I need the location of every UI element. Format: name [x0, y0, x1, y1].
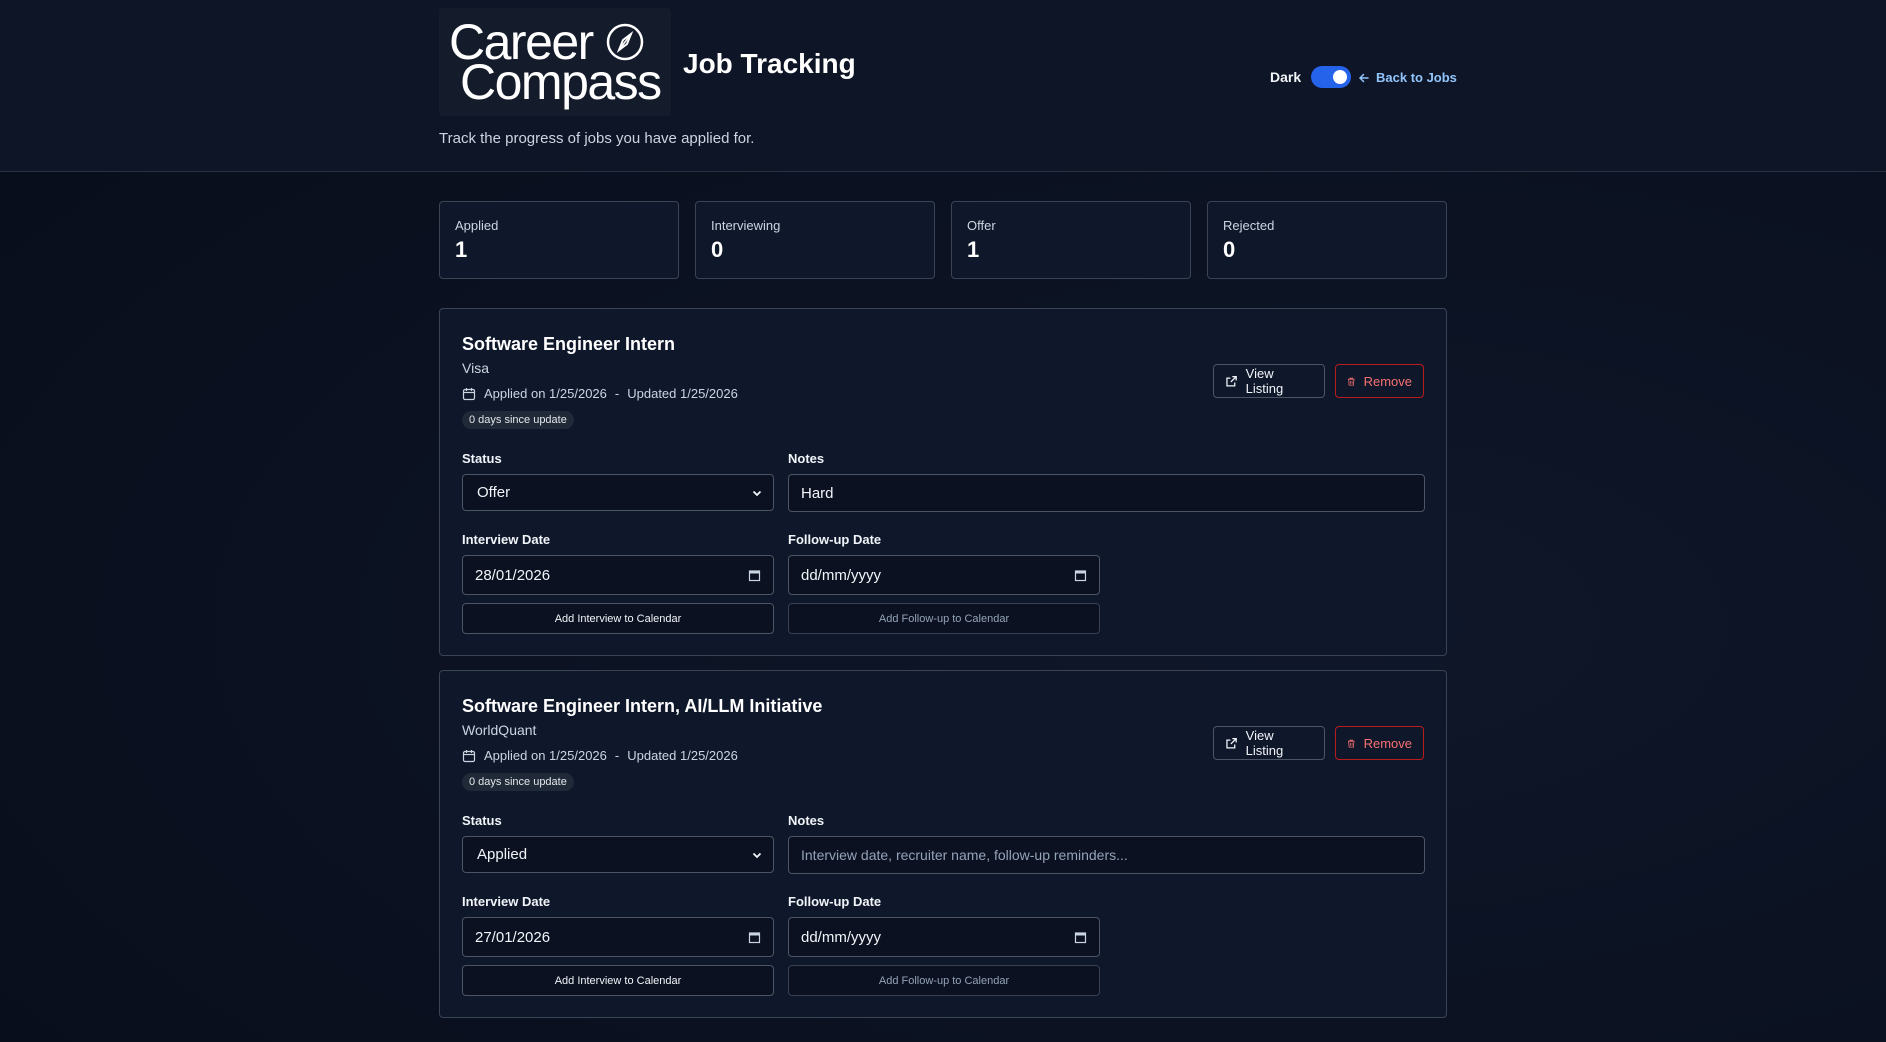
notes-placeholder: Interview date, recruiter name, follow-u…: [801, 847, 1128, 863]
add-followup-to-calendar-button[interactable]: Add Follow-up to Calendar: [788, 965, 1100, 996]
job-company: WorldQuant: [462, 722, 537, 738]
notes-label: Notes: [788, 451, 825, 466]
calendar-icon: [462, 749, 476, 762]
stat-value: 0: [1223, 237, 1236, 262]
applied-date: Applied on 1/25/2026: [484, 386, 607, 401]
add-interview-to-calendar-button[interactable]: Add Interview to Calendar: [462, 965, 774, 996]
interview-date-input[interactable]: 28/01/2026: [462, 555, 774, 595]
status-select[interactable]: Applied: [462, 836, 774, 873]
updated-date: Updated 1/25/2026: [627, 386, 738, 401]
followup-date-label: Follow-up Date: [788, 532, 882, 547]
view-listing-button[interactable]: View Listing: [1213, 364, 1325, 398]
stat-value: 0: [711, 237, 724, 262]
calendar-picker-icon[interactable]: [1074, 569, 1087, 582]
external-link-icon: [1226, 737, 1237, 749]
career-compass-logo[interactable]: Career Compass: [439, 8, 671, 116]
notes-value: Hard: [801, 484, 834, 502]
job-dates: Applied on 1/25/2026 - Updated 1/25/2026: [462, 748, 738, 763]
stat-label: Interviewing: [711, 218, 781, 233]
job-title: Software Engineer Intern: [462, 334, 676, 354]
page-subtitle: Track the progress of jobs you have appl…: [439, 130, 755, 147]
status-label: Status: [462, 451, 502, 466]
interview-date-label: Interview Date: [462, 532, 551, 547]
date-separator: -: [614, 386, 620, 401]
followup-date-input[interactable]: dd/mm/yyyy: [788, 917, 1100, 957]
calendar-picker-icon[interactable]: [748, 931, 761, 944]
remove-label: Remove: [1363, 373, 1412, 389]
remove-label: Remove: [1363, 735, 1412, 751]
external-link-icon: [1226, 375, 1237, 387]
stat-value: 1: [455, 237, 468, 262]
stat-card-offer: Offer 1: [951, 201, 1191, 279]
chevron-down-icon: [752, 852, 762, 858]
status-value: Offer: [477, 484, 511, 501]
interview-date-value: 27/01/2026: [475, 928, 551, 946]
arrow-left-icon: [1358, 73, 1369, 82]
remove-button[interactable]: Remove: [1335, 364, 1424, 398]
trash-icon: [1347, 377, 1355, 386]
back-to-jobs-link[interactable]: Back to Jobs: [1358, 70, 1457, 85]
stat-label: Rejected: [1223, 218, 1275, 233]
stat-card-applied: Applied 1: [439, 201, 679, 279]
theme-label: Dark: [1270, 69, 1302, 85]
status-label: Status: [462, 813, 502, 828]
notes-input[interactable]: Hard: [788, 474, 1425, 512]
date-separator: -: [614, 748, 620, 763]
view-listing-label: View Listing: [1245, 728, 1284, 758]
days-since-update-badge: 0 days since update: [462, 411, 574, 429]
applied-date: Applied on 1/25/2026: [484, 748, 607, 763]
job-dates: Applied on 1/25/2026 - Updated 1/25/2026: [462, 386, 738, 401]
add-followup-to-calendar-button[interactable]: Add Follow-up to Calendar: [788, 603, 1100, 634]
status-select[interactable]: Offer: [462, 474, 774, 511]
remove-button[interactable]: Remove: [1335, 726, 1424, 760]
page-header: Career Compass Job Tracking Track the pr…: [0, 0, 1886, 172]
back-link-label: Back to Jobs: [1376, 70, 1457, 85]
add-interview-to-calendar-button[interactable]: Add Interview to Calendar: [462, 603, 774, 634]
job-card: Software Engineer Intern, AI/LLM Initiat…: [439, 670, 1447, 1018]
notes-input[interactable]: Interview date, recruiter name, follow-u…: [788, 836, 1425, 874]
switch-knob: [1333, 70, 1348, 84]
stat-label: Offer: [967, 218, 996, 233]
trash-icon: [1347, 739, 1355, 748]
days-since-update-badge: 0 days since update: [462, 773, 574, 791]
notes-label: Notes: [788, 813, 825, 828]
updated-date: Updated 1/25/2026: [627, 748, 738, 763]
view-listing-button[interactable]: View Listing: [1213, 726, 1325, 760]
page-title: Job Tracking: [683, 48, 856, 79]
calendar-icon: [462, 387, 476, 400]
followup-date-label: Follow-up Date: [788, 894, 882, 909]
calendar-picker-icon[interactable]: [1074, 931, 1087, 944]
followup-date-value: dd/mm/yyyy: [801, 928, 882, 946]
stat-value: 1: [967, 237, 980, 262]
logo-text-compass: Compass: [460, 54, 662, 110]
interview-date-value: 28/01/2026: [475, 566, 551, 584]
calendar-picker-icon[interactable]: [748, 569, 761, 582]
dark-mode-switch[interactable]: [1311, 66, 1352, 88]
stat-card-rejected: Rejected 0: [1207, 201, 1447, 279]
job-company: Visa: [462, 360, 489, 376]
job-card: Software Engineer Intern Visa Applied on…: [439, 308, 1447, 656]
followup-date-value: dd/mm/yyyy: [801, 566, 882, 584]
status-value: Applied: [477, 846, 528, 863]
stat-label: Applied: [455, 218, 499, 233]
job-title: Software Engineer Intern, AI/LLM Initiat…: [462, 696, 823, 716]
view-listing-label: View Listing: [1245, 366, 1284, 396]
theme-toggle[interactable]: Dark: [1270, 66, 1352, 88]
interview-date-input[interactable]: 27/01/2026: [462, 917, 774, 957]
followup-date-input[interactable]: dd/mm/yyyy: [788, 555, 1100, 595]
status-summary: Applied 1 Interviewing 0 Offer 1 Rejecte…: [439, 201, 1447, 279]
interview-date-label: Interview Date: [462, 894, 551, 909]
stat-card-interviewing: Interviewing 0: [695, 201, 935, 279]
chevron-down-icon: [752, 490, 762, 496]
